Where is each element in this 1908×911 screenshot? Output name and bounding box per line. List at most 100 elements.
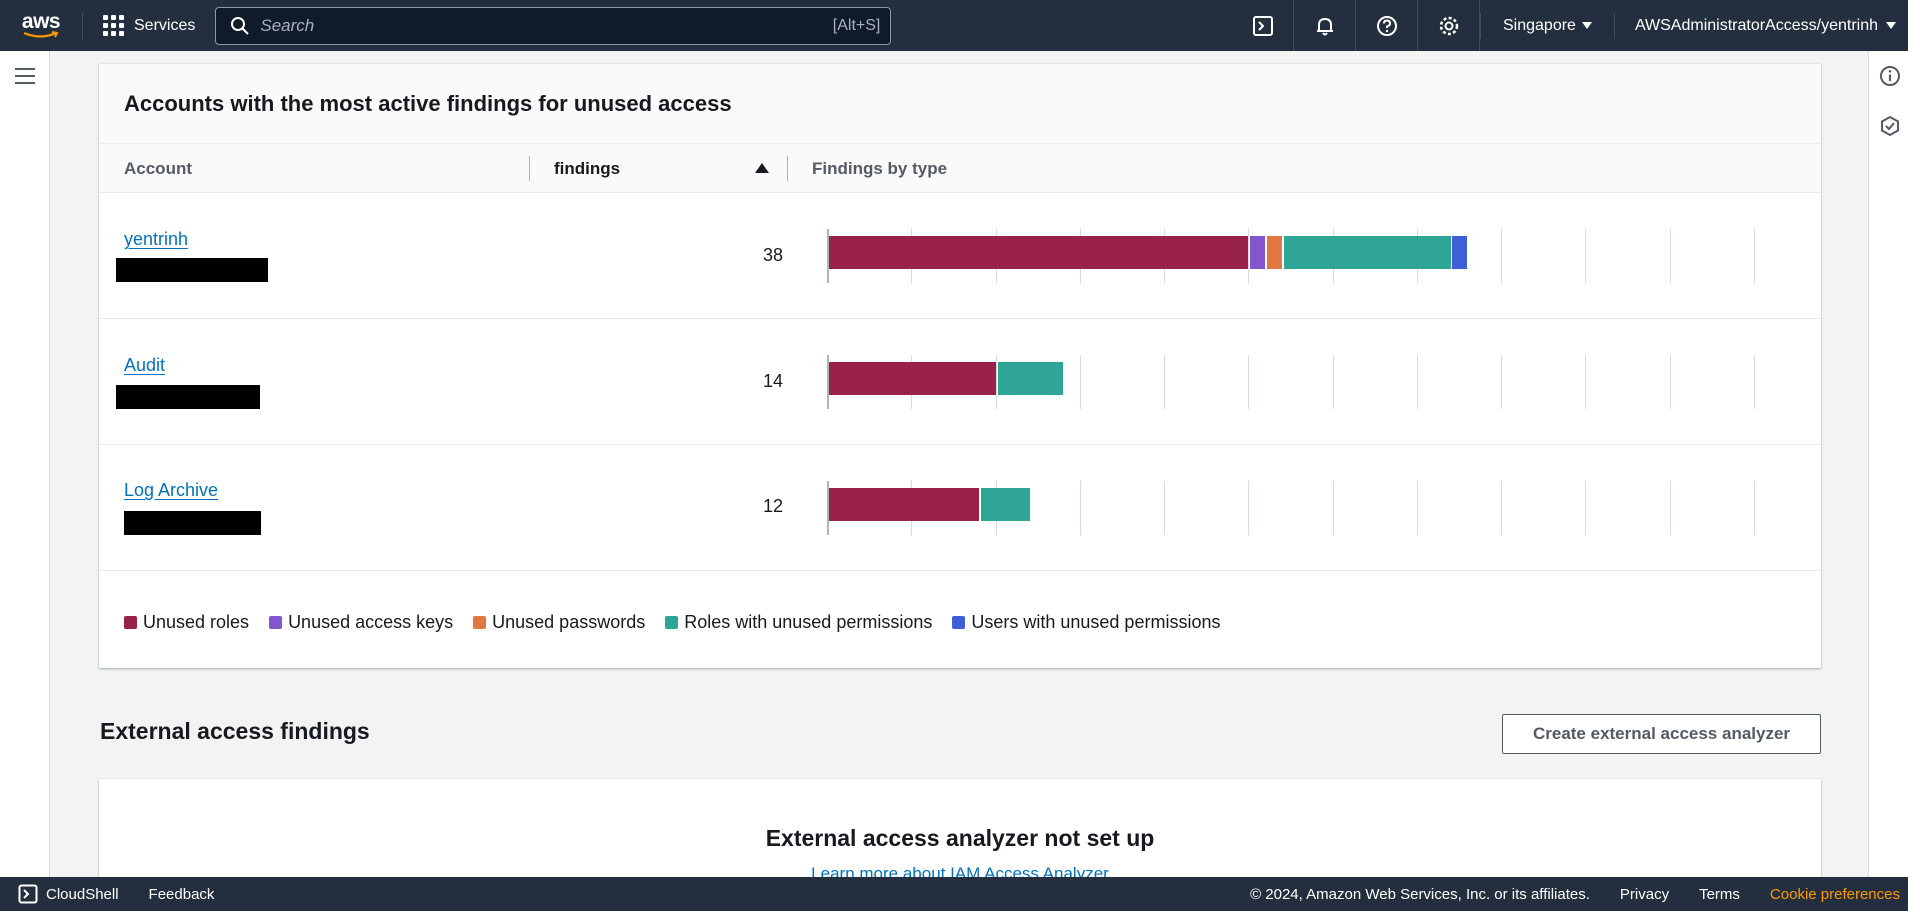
account-link-audit[interactable]: Audit	[124, 355, 165, 376]
legend-label: Unused access keys	[288, 612, 454, 632]
legend-swatch	[124, 616, 137, 629]
chart-legend: Unused roles Unused access keys Unused pas…	[124, 612, 1220, 633]
side-navigation-rail	[0, 51, 50, 877]
caret-down-icon	[1581, 22, 1592, 29]
nav-right-group: Singapore AWSAdministratorAccess/yentrin…	[1232, 0, 1908, 51]
chart-gridline	[1080, 355, 1081, 409]
findings-bar-chart	[827, 355, 1767, 409]
copyright-text: © 2024, Amazon Web Services, Inc. or its…	[1250, 885, 1590, 903]
footer-left: CloudShell Feedback	[0, 884, 214, 904]
chart-gridline	[1417, 355, 1418, 409]
table-row: Log Archive 12	[99, 445, 1821, 571]
chart-gridline	[1585, 229, 1586, 283]
chart-gridline	[1333, 355, 1334, 409]
cloudshell-footer-button[interactable]: CloudShell	[18, 884, 119, 904]
footer: CloudShell Feedback © 2024, Amazon Web S…	[0, 877, 1908, 911]
redacted-account-id	[116, 258, 268, 282]
create-external-access-analyzer-button[interactable]: Create external access analyzer	[1502, 714, 1821, 754]
account-label: AWSAdministratorAccess/yentrinh	[1634, 16, 1878, 34]
cloudshell-icon	[18, 884, 38, 904]
findings-count: 12	[762, 496, 783, 516]
settings-icon	[1439, 16, 1458, 35]
chart-gridline	[1248, 481, 1249, 535]
aws-logo-text: aws	[21, 10, 61, 33]
legend-label: Unused roles	[143, 612, 250, 632]
chart-gridline	[996, 355, 997, 409]
cloudshell-button[interactable]	[1232, 0, 1294, 51]
bar-segment-unused-roles[interactable]	[829, 488, 979, 521]
bar-segment-roles-with-unused-permissions[interactable]	[981, 488, 1030, 521]
region-label: Singapore	[1503, 16, 1576, 34]
bar-segment-roles-with-unused-permissions[interactable]	[1284, 236, 1451, 269]
section-title-external-access: External access findings	[100, 718, 370, 744]
redacted-account-id	[124, 511, 261, 535]
column-header-findings[interactable]: findings	[554, 144, 620, 193]
caret-down-icon	[1886, 22, 1896, 29]
security-hexagon-icon[interactable]	[1879, 115, 1901, 137]
unused-access-accounts-card: Accounts with the most active findings f…	[99, 64, 1821, 668]
account-menu[interactable]: AWSAdministratorAccess/yentrinh	[1615, 17, 1908, 35]
chart-gridline	[1754, 355, 1755, 409]
table-header: Account findings Findings by type	[99, 144, 1821, 193]
services-grid-icon	[103, 15, 124, 36]
card-header: Accounts with the most active findings f…	[99, 64, 1821, 144]
account-link-yentrinh[interactable]: yentrinh	[124, 229, 188, 250]
findings-count: 38	[762, 245, 783, 265]
account-link-log-archive[interactable]: Log Archive	[124, 480, 218, 501]
search-bar[interactable]: [Alt+S]	[215, 6, 892, 45]
feedback-link[interactable]: Feedback	[149, 886, 215, 903]
hamburger-menu-icon[interactable]	[14, 67, 36, 85]
chart-gridline	[1248, 229, 1249, 283]
cloudshell-icon	[1252, 15, 1273, 36]
legend-swatch	[665, 616, 679, 629]
chart-gridline	[1501, 355, 1502, 409]
chart-gridline	[1670, 229, 1671, 283]
chart-gridline	[1754, 481, 1755, 535]
info-icon[interactable]	[1879, 65, 1901, 87]
chart-gridline	[1585, 481, 1586, 535]
terms-link[interactable]: Terms	[1699, 886, 1740, 903]
column-separator[interactable]	[529, 156, 530, 181]
chart-gridline	[1501, 229, 1502, 283]
legend-label: Users with unused permissions	[971, 612, 1221, 632]
bar-segment-unused-passwords[interactable]	[1267, 236, 1282, 269]
column-header-findings-by-type: Findings by type	[812, 158, 948, 178]
chart-gridline	[1333, 481, 1334, 535]
search-input[interactable]	[260, 15, 833, 36]
privacy-link[interactable]: Privacy	[1620, 886, 1669, 903]
region-selector[interactable]: Singapore	[1480, 12, 1615, 39]
legend-item: Unused roles	[124, 612, 249, 633]
chart-gridline	[1754, 229, 1755, 283]
table-row: Audit 14	[99, 319, 1821, 445]
services-label: Services	[134, 16, 196, 34]
top-navigation: aws Services [Alt+S]	[0, 0, 1908, 51]
aws-logo[interactable]: aws	[0, 0, 82, 51]
table-row: yentrinh 38	[99, 193, 1821, 319]
bar-segment-unused-roles[interactable]	[829, 362, 996, 395]
sort-ascending-icon[interactable]	[755, 163, 769, 173]
help-button[interactable]	[1356, 0, 1418, 51]
bar-segment-users-with-unused-permissions[interactable]	[1452, 236, 1467, 269]
legend-item: Unused access keys	[269, 612, 453, 633]
chart-gridline	[1248, 355, 1249, 409]
search-shortcut: [Alt+S]	[832, 16, 881, 34]
bar-segment-unused-access-keys[interactable]	[1250, 236, 1265, 269]
bar-segment-roles-with-unused-permissions[interactable]	[998, 362, 1063, 395]
redacted-account-id	[116, 385, 260, 409]
chart-gridline	[1501, 481, 1502, 535]
chart-gridline	[1670, 355, 1671, 409]
column-header-account: Account	[124, 158, 192, 178]
bell-icon	[1316, 17, 1333, 35]
column-separator[interactable]	[787, 156, 788, 181]
settings-button[interactable]	[1418, 0, 1480, 51]
chart-gridline	[1670, 481, 1671, 535]
legend-item: Unused passwords	[473, 612, 645, 633]
notifications-button[interactable]	[1294, 0, 1356, 51]
legend-label: Roles with unused permissions	[684, 612, 933, 632]
services-button[interactable]: Services	[83, 0, 207, 51]
legend-swatch	[269, 616, 283, 629]
chart-gridline	[1417, 481, 1418, 535]
cookie-preferences-link[interactable]: Cookie preferences	[1770, 886, 1900, 903]
chart-gridline	[1080, 481, 1081, 535]
bar-segment-unused-roles[interactable]	[829, 236, 1248, 269]
